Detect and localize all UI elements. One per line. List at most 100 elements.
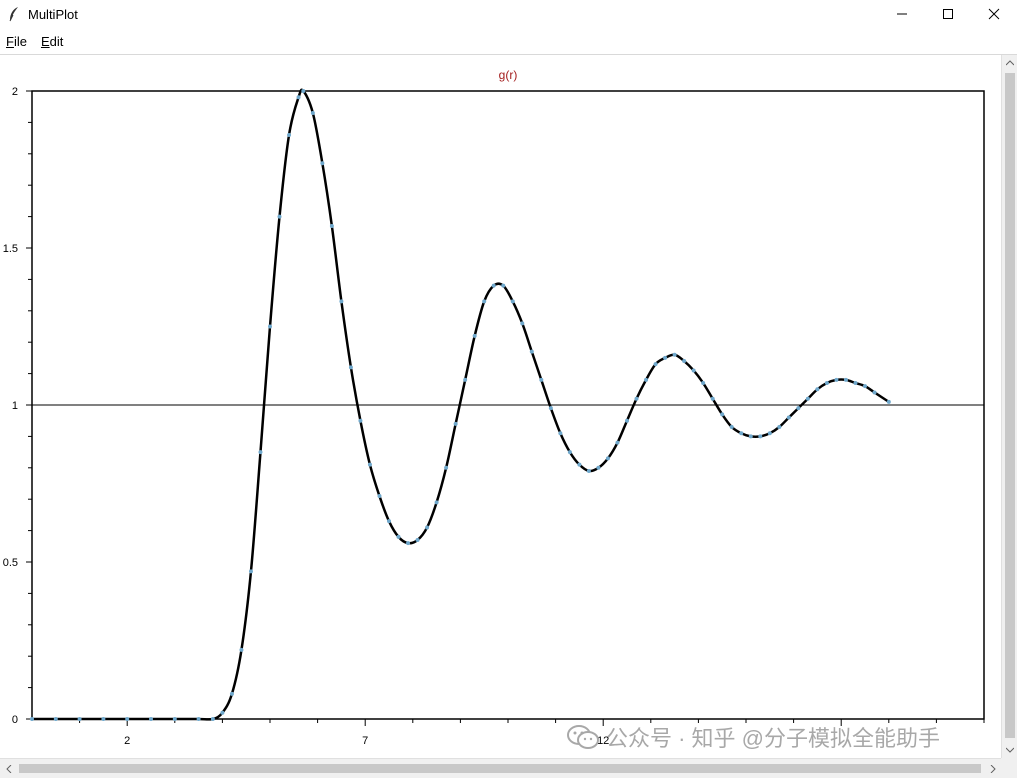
menu-edit[interactable]: Edit bbox=[34, 34, 70, 49]
data-point bbox=[672, 352, 677, 357]
data-point bbox=[210, 717, 215, 721]
close-icon bbox=[988, 8, 1000, 20]
scroll-up-arrow-icon[interactable] bbox=[1002, 55, 1017, 71]
data-point bbox=[872, 390, 877, 395]
plot-canvas: g(r) 0 0.5 1 1.5 2 2 7 12 bbox=[0, 55, 1001, 758]
data-point bbox=[739, 431, 744, 436]
data-point bbox=[682, 359, 687, 364]
data-point bbox=[777, 424, 782, 429]
wechat-icon bbox=[567, 725, 599, 749]
y-tick-label: 0.5 bbox=[3, 557, 18, 569]
data-point bbox=[491, 283, 496, 288]
data-point bbox=[548, 406, 553, 411]
data-point bbox=[748, 434, 753, 439]
data-point bbox=[796, 406, 801, 411]
data-point bbox=[886, 399, 891, 404]
chart-title: g(r) bbox=[499, 68, 518, 82]
y-tick-label: 2 bbox=[12, 86, 18, 98]
data-point bbox=[239, 647, 244, 652]
data-point bbox=[824, 381, 829, 386]
maximize-icon bbox=[943, 9, 953, 19]
data-point bbox=[268, 324, 272, 329]
menu-file[interactable]: File bbox=[0, 34, 34, 49]
data-point bbox=[472, 333, 477, 338]
data-point bbox=[710, 396, 715, 401]
data-point bbox=[415, 538, 420, 543]
data-point bbox=[634, 396, 639, 401]
scroll-left-arrow-icon[interactable] bbox=[0, 760, 17, 777]
data-point bbox=[558, 431, 563, 436]
data-point bbox=[510, 299, 515, 304]
data-point bbox=[320, 161, 325, 166]
window-title: MultiPlot bbox=[28, 6, 78, 22]
horizontal-scroll-thumb[interactable] bbox=[19, 764, 981, 773]
data-point bbox=[729, 424, 734, 429]
x-tick-label: 2 bbox=[124, 735, 130, 747]
data-point bbox=[596, 465, 601, 470]
title-bar: MultiPlot bbox=[0, 0, 1017, 28]
y-tick-label: 1 bbox=[12, 400, 18, 412]
data-point bbox=[625, 418, 629, 423]
y-tick-label: 1.5 bbox=[3, 243, 18, 255]
data-point bbox=[258, 450, 263, 455]
data-point bbox=[577, 462, 582, 467]
data-point bbox=[196, 717, 201, 721]
data-point bbox=[815, 387, 820, 392]
x-tick-label: 7 bbox=[362, 735, 368, 747]
data-point bbox=[529, 349, 534, 354]
data-point bbox=[358, 418, 363, 423]
data-point bbox=[853, 381, 858, 386]
data-point bbox=[834, 377, 839, 382]
minimize-button[interactable] bbox=[879, 0, 925, 28]
data-point bbox=[586, 468, 591, 473]
maximize-button[interactable] bbox=[925, 0, 971, 28]
data-point bbox=[805, 396, 810, 401]
scroll-right-arrow-icon[interactable] bbox=[984, 760, 1001, 777]
data-point bbox=[605, 456, 610, 461]
data-point bbox=[482, 299, 487, 304]
data-point bbox=[863, 384, 867, 389]
data-point bbox=[406, 541, 411, 546]
data-point bbox=[396, 534, 401, 539]
data-point bbox=[296, 95, 301, 100]
menu-bar: File Edit bbox=[0, 28, 1017, 55]
data-point bbox=[301, 89, 306, 93]
scroll-down-arrow-icon[interactable] bbox=[1002, 742, 1017, 758]
close-button[interactable] bbox=[971, 0, 1017, 28]
window-controls bbox=[879, 0, 1017, 28]
chart: g(r) 00.511.522 7 12 bbox=[3, 68, 985, 747]
data-point bbox=[339, 299, 344, 304]
scroll-corner bbox=[1001, 758, 1017, 777]
data-point bbox=[377, 494, 382, 499]
data-point bbox=[220, 710, 225, 715]
data-point bbox=[767, 431, 772, 436]
data-point bbox=[758, 434, 763, 439]
data-point bbox=[615, 440, 620, 445]
data-point bbox=[329, 224, 334, 229]
data-point bbox=[720, 412, 725, 417]
vertical-scroll-thumb[interactable] bbox=[1005, 73, 1015, 738]
vertical-scrollbar[interactable] bbox=[1001, 55, 1017, 758]
data-point bbox=[248, 569, 253, 574]
data-point bbox=[520, 321, 525, 326]
data-point bbox=[434, 500, 439, 505]
data-point bbox=[701, 381, 706, 386]
data-point bbox=[149, 717, 153, 721]
data-point bbox=[367, 462, 372, 467]
data-point bbox=[125, 717, 130, 721]
watermark: 公众号 · 知乎 @分子模拟全能助手 bbox=[566, 722, 940, 752]
data-point bbox=[387, 519, 391, 524]
data-point bbox=[348, 365, 353, 370]
data-point bbox=[101, 717, 106, 721]
horizontal-scrollbar[interactable] bbox=[0, 758, 1001, 778]
data-point bbox=[567, 450, 572, 455]
data-point bbox=[310, 110, 315, 115]
data-point bbox=[653, 362, 658, 367]
y-tick-label: 0 bbox=[12, 714, 18, 726]
data-point bbox=[463, 377, 468, 382]
data-point bbox=[77, 717, 82, 721]
data-point bbox=[30, 717, 34, 721]
data-point bbox=[786, 415, 791, 420]
data-point bbox=[53, 717, 58, 721]
data-point bbox=[453, 421, 458, 426]
